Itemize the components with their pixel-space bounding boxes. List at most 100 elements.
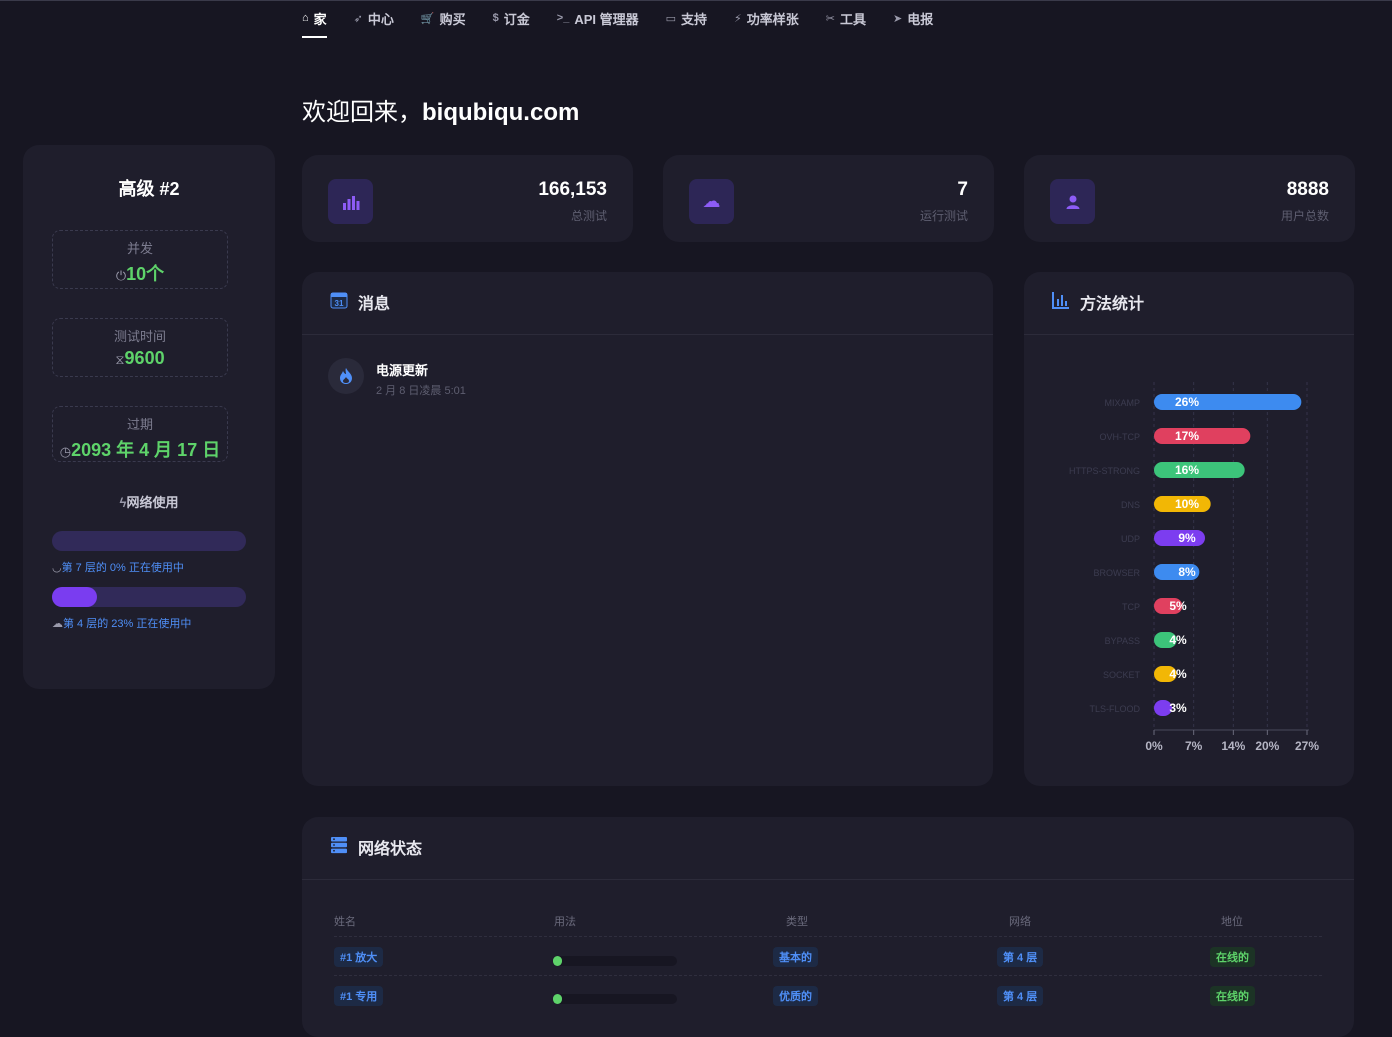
nav-label: 订金 (503, 11, 530, 27)
wifi-icon: ◡ (52, 562, 62, 574)
usage-bar-fill (553, 956, 563, 966)
nav-hub[interactable]: ➶ 中心 (354, 0, 394, 36)
telegram-icon: ➤ (893, 12, 903, 25)
method-stats-title-text: 方法统计 (1080, 296, 1145, 313)
main-nav: ⌂ 家 ➶ 中心 🛒 购买 $ 订金 >_ API 管理器 ▭ 支持 ⚡ 功率样张 ✂ 工具 ➤… (302, 0, 960, 40)
method-stats-header: 方法统计 (1024, 272, 1354, 335)
nav-label: 家 (313, 11, 327, 27)
plan-title: 高级 #2 (118, 179, 180, 199)
category-label: DNS (1121, 500, 1140, 510)
bar (1154, 428, 1251, 444)
stat-card-total-tests: 166,153 总测试 (302, 155, 633, 242)
data-label: 26% (1175, 395, 1199, 409)
chart-icon (1052, 291, 1070, 314)
data-label: 4% (1169, 667, 1187, 681)
nav-deposit[interactable]: $ 订金 (493, 0, 530, 36)
category-label: TCP (1122, 602, 1140, 612)
usage-bar-l4 (52, 587, 246, 607)
nav-power-proof[interactable]: ⚡ 功率样张 (734, 0, 799, 36)
status-badge: 在线的 (1210, 986, 1255, 1006)
nav-label: 支持 (681, 11, 708, 27)
row-divider (334, 936, 1322, 938)
cart-icon: 🛒 (420, 12, 435, 25)
tick-label: 0% (1145, 739, 1163, 753)
message-time: 2 月 8 日凌晨 5:01 (376, 385, 466, 397)
network-usage-title: ϟ网络使用 (23, 492, 275, 511)
nav-label: 中心 (367, 11, 394, 27)
server-type: 基本的 (773, 947, 818, 967)
col-header-type: 类型 (786, 916, 808, 928)
stat-label: 运行测试 (919, 209, 968, 223)
bar-chart-icon (328, 179, 373, 224)
messages-title-text: 消息 (358, 296, 391, 313)
concurrent-value-row: ⏻10个 (53, 260, 227, 286)
usage-bar (553, 994, 677, 1004)
welcome-prefix: 欢迎回来， (302, 99, 422, 126)
nav-label: 电报 (907, 11, 934, 27)
col-header-status: 地位 (1221, 916, 1243, 928)
nav-api-manager[interactable]: >_ API 管理器 (557, 0, 639, 36)
terminal-icon: >_ (556, 12, 570, 24)
tick-label: 20% (1255, 739, 1279, 753)
dollar-icon: $ (492, 12, 499, 24)
home-icon: ⌂ (302, 12, 309, 24)
message-text: 电源更新 2 月 8 日凌晨 5:01 (376, 358, 466, 398)
stat-card-total-users: 8888 用户总数 (1024, 155, 1355, 242)
nav-label: API 管理器 (574, 11, 639, 27)
server-icon (330, 836, 348, 859)
row-divider (334, 975, 1322, 977)
message-item[interactable]: 电源更新 2 月 8 日凌晨 5:01 (328, 358, 466, 398)
nav-telegram[interactable]: ➤ 电报 (893, 0, 933, 36)
network-status-title-text: 网络状态 (358, 841, 423, 858)
col-header-usage: 用法 (554, 916, 576, 928)
power-icon: ⏻ (115, 268, 127, 283)
data-label: 3% (1169, 701, 1187, 715)
stat-value: 7 (957, 179, 968, 200)
cloud-bolt-icon: ☁ (689, 179, 734, 224)
plan-card: 高级 #2 并发 ⏻10个 测试时间 ⧖9600 过期 ◷2093 年 4 月 … (23, 145, 275, 689)
network-status-header: 网络状态 (302, 817, 1354, 880)
hourglass-icon: ⧖ (115, 352, 125, 367)
data-label: 4% (1169, 633, 1187, 647)
status-badge: 在线的 (1210, 947, 1255, 967)
category-label: HTTPS-STRONG (1069, 466, 1140, 476)
test-time-label: 测试时间 (113, 329, 166, 344)
stat-value: 8888 (1286, 179, 1329, 200)
user-icon (1050, 179, 1095, 224)
test-time-value-row: ⧖9600 (53, 348, 227, 369)
expiry-box: 过期 ◷2093 年 4 月 17 日 (52, 406, 228, 462)
concurrent-value: 10个 (126, 264, 165, 284)
data-label: 17% (1175, 429, 1199, 443)
test-time-value: 9600 (124, 348, 165, 368)
usage-bar-fill (52, 587, 97, 607)
nav-purchase[interactable]: 🛒 购买 (421, 0, 466, 36)
expiry-label: 过期 (126, 417, 153, 432)
bar (1154, 462, 1245, 478)
nav-tools[interactable]: ✂ 工具 (826, 0, 866, 36)
data-label: 16% (1175, 463, 1199, 477)
server-type: 优质的 (773, 986, 818, 1006)
nav-label: 购买 (439, 11, 466, 27)
tools-icon: ✂ (825, 12, 835, 25)
welcome-user: biqubiqu.com (422, 99, 580, 126)
ticket-icon: ▭ (665, 12, 677, 25)
rocket-icon: ➶ (353, 12, 363, 25)
network-status-panel: 网络状态 姓名 用法 类型 网络 地位 #1 放大 基本的 第 4 层 在线的 … (302, 817, 1354, 1037)
category-label: UDP (1121, 534, 1140, 544)
usage-caption-text: 第 7 层的 0% 正在使用中 (61, 562, 184, 574)
messages-title: 31 消息 (330, 290, 390, 314)
calendar-icon: 31 (330, 291, 348, 314)
concurrent-box: 并发 ⏻10个 (52, 230, 228, 289)
nav-support[interactable]: ▭ 支持 (666, 0, 707, 36)
category-label: SOCKET (1103, 670, 1141, 680)
stat-label: 用户总数 (1280, 209, 1329, 223)
nav-home[interactable]: ⌂ 家 (302, 0, 327, 38)
usage-bar (553, 956, 677, 966)
tick-label: 7% (1185, 739, 1203, 753)
messages-panel: 31 消息 电源更新 2 月 8 日凌晨 5:01 (302, 272, 993, 786)
stat-value: 166,153 (538, 179, 607, 200)
expiry-value-row: ◷2093 年 4 月 17 日 (53, 436, 227, 462)
tick-label: 14% (1221, 739, 1245, 753)
category-label: BROWSER (1093, 568, 1140, 578)
server-name: #1 放大 (334, 947, 384, 967)
